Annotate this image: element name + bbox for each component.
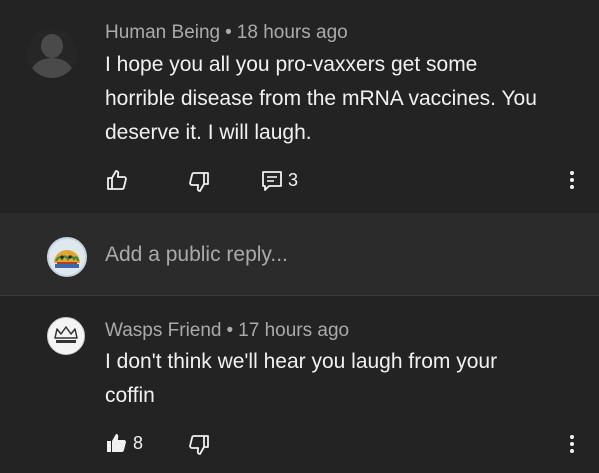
reply-box-row: [0, 213, 599, 296]
comment-line: horrible disease from the mRNA vaccines.…: [105, 87, 537, 110]
thumb-up-filled-icon[interactable]: [105, 431, 129, 455]
like-count: 8: [133, 433, 144, 453]
author-name[interactable]: Wasps Friend: [105, 320, 222, 341]
taco-icon: [54, 250, 80, 268]
comment-text: I hope you all you pro-vaxxers get some …: [105, 48, 575, 150]
meta-separator: •: [225, 22, 232, 43]
comment-text: I don't think we'll hear you laugh from …: [105, 345, 575, 413]
author-avatar[interactable]: [47, 317, 85, 355]
thumb-down-icon[interactable]: [187, 433, 211, 457]
comment-line: coffin: [105, 384, 155, 407]
comment-meta: Human Being • 18 hours ago: [105, 22, 348, 44]
comment-line: I hope you all you pro-vaxxers get some: [105, 53, 478, 76]
thumb-down-icon[interactable]: [187, 170, 211, 194]
author-avatar[interactable]: [27, 28, 77, 78]
comment-time[interactable]: 17 hours ago: [238, 320, 349, 341]
reply-input[interactable]: Add a public reply...: [105, 243, 288, 267]
comment-meta: Wasps Friend • 17 hours ago: [105, 320, 349, 342]
comment-1: Human Being • 18 hours ago I hope you all …: [0, 0, 599, 213]
current-user-avatar: [47, 237, 87, 277]
comment-line: I don't think we'll hear you laugh from …: [105, 350, 498, 373]
comment-time[interactable]: 18 hours ago: [237, 22, 348, 43]
comment-icon[interactable]: [261, 170, 283, 192]
avatar-body: [31, 58, 73, 78]
avatar-head: [41, 34, 63, 58]
reply-count[interactable]: 3: [288, 170, 298, 191]
thumb-up-icon[interactable]: [105, 168, 129, 192]
more-vertical-icon[interactable]: [570, 435, 574, 456]
meta-separator: •: [226, 320, 234, 341]
more-vertical-icon[interactable]: [570, 171, 574, 192]
comment-line: deserve it. I will laugh.: [105, 121, 312, 144]
author-name[interactable]: Human Being: [105, 22, 220, 43]
comment-2: Wasps Friend • 17 hours ago I don't think …: [0, 296, 599, 473]
crown-logo-icon: [54, 326, 78, 343]
